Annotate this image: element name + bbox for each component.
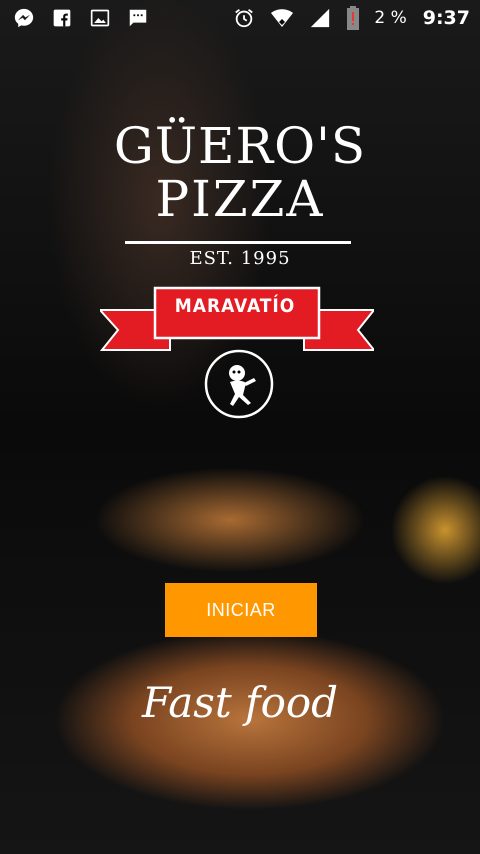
- signal-icon: [308, 6, 332, 30]
- facebook-icon: [50, 6, 74, 30]
- sms-icon: [126, 6, 150, 30]
- mascot-icon: [204, 349, 274, 419]
- status-bar: 2 % 9:37: [0, 0, 480, 36]
- clock-time: 9:37: [422, 7, 470, 29]
- brand-name-line1: GÜERO'S: [113, 117, 367, 175]
- tagline: Fast food: [141, 678, 339, 727]
- established-year: EST. 1995: [189, 248, 291, 269]
- start-button[interactable]: INICIAR: [165, 583, 317, 637]
- battery-alert-icon: [346, 6, 360, 30]
- brand-logo: GÜERO'S PIZZA: [110, 120, 370, 226]
- brand-name-line2: PIZZA: [155, 170, 325, 228]
- alarm-icon: [232, 6, 256, 30]
- location-label: MARAVATÍO: [174, 295, 296, 317]
- logo-divider: [125, 241, 351, 244]
- image-icon: [88, 6, 112, 30]
- messenger-icon: [12, 6, 36, 30]
- battery-percent: 2 %: [374, 8, 407, 28]
- wifi-icon: [270, 6, 294, 30]
